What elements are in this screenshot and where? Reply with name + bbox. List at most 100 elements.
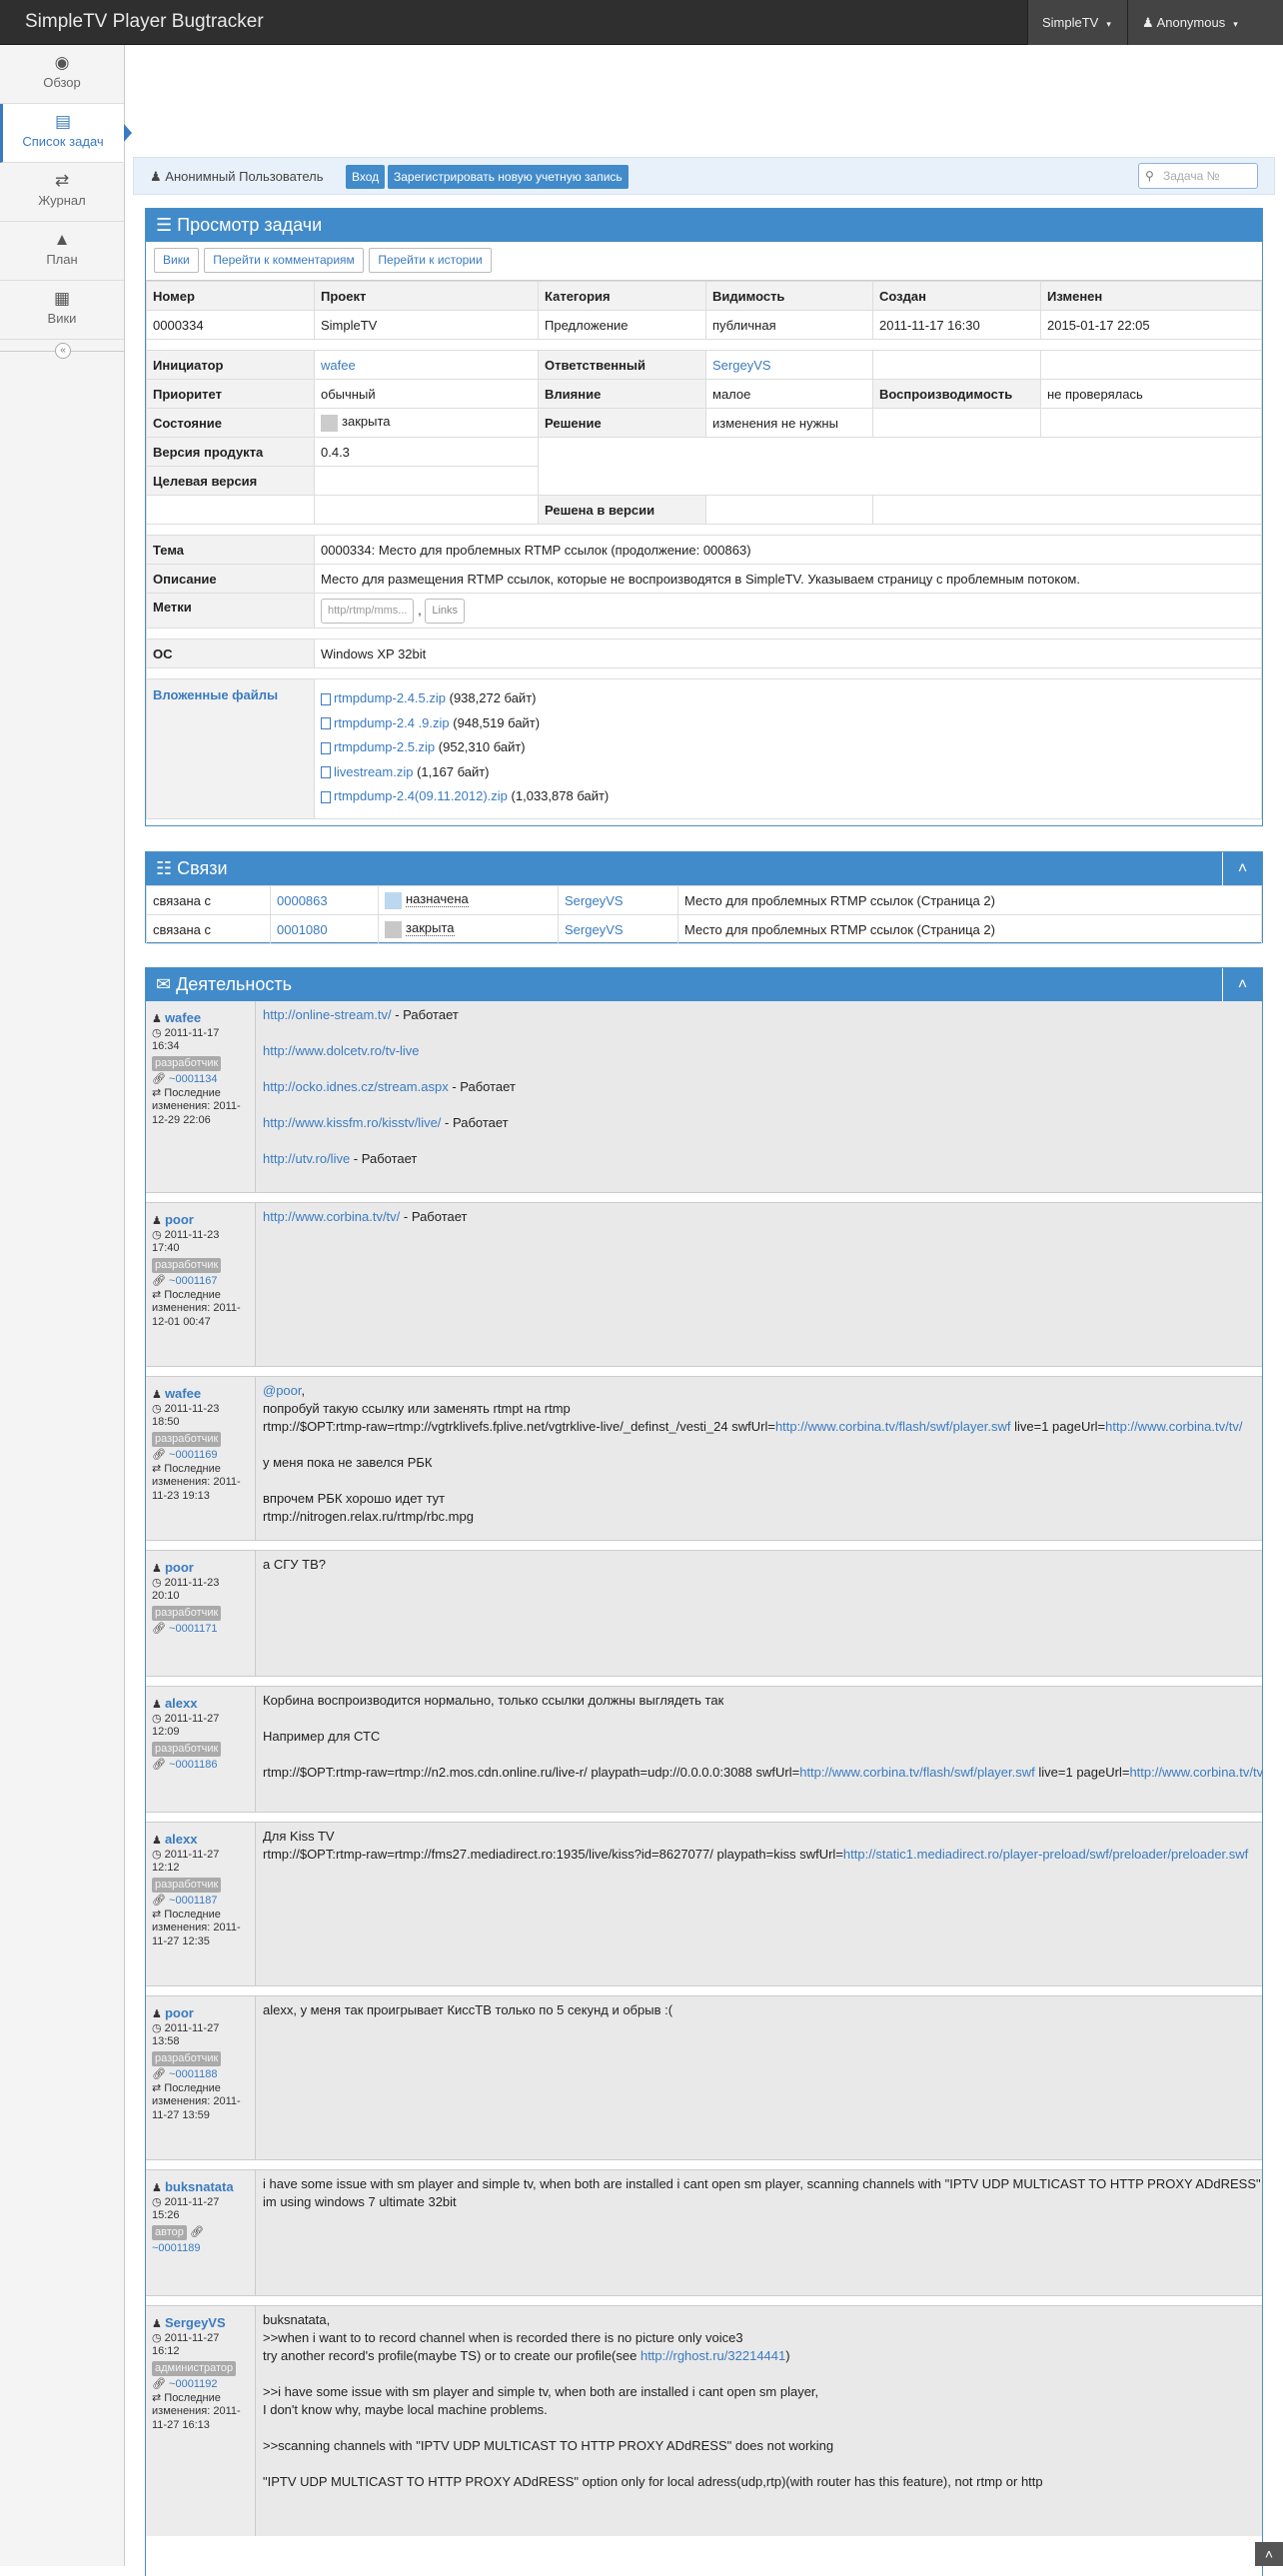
sidebar-item-roadmap[interactable]: ▲План xyxy=(0,222,124,281)
clock-icon: ◷ xyxy=(152,1027,162,1039)
mention-link[interactable]: @poor xyxy=(263,1383,302,1398)
note-meta: ♟ SergeyVS ◷ 2011-11-2716:12 администрат… xyxy=(146,2306,256,2536)
note-permalink[interactable]: ~0001167 xyxy=(169,1275,217,1287)
clock-icon: ◷ xyxy=(152,1577,162,1589)
note-permalink[interactable]: ~0001187 xyxy=(169,1895,217,1907)
note-spacer xyxy=(146,1677,1262,1687)
related-issue-link[interactable]: 0000863 xyxy=(277,893,328,908)
sidebar-item-changelog[interactable]: ⇄Журнал xyxy=(0,163,124,222)
status-color-swatch xyxy=(385,892,402,909)
note-meta: ♟ buksnatata ◷ 2011-11-2715:26 автор 🔗︎ … xyxy=(146,2170,256,2295)
relation-status: назначена xyxy=(406,891,469,907)
attachment-link[interactable]: rtmpdump-2.4.5.zip xyxy=(334,690,446,705)
list-icon: ▤ xyxy=(3,112,123,134)
note-link[interactable]: http://ocko.idnes.cz/stream.aspx xyxy=(263,1079,449,1094)
note-link[interactable]: http://static1.mediadirect.ro/player-pre… xyxy=(843,1847,1248,1862)
chevron-up-icon[interactable]: ˄ xyxy=(1222,968,1262,1001)
note-spacer xyxy=(146,2160,1262,2170)
jump-to-history-button[interactable]: Перейти к истории xyxy=(369,248,491,273)
note-link[interactable]: http://online-stream.tv/ xyxy=(263,1007,392,1022)
note-permalink[interactable]: ~0001189 xyxy=(152,2242,200,2254)
note-meta: ♟ poor ◷ 2011-11-2317:40 разработчик 🔗︎ … xyxy=(146,1203,256,1366)
note-author-link[interactable]: SergeyVS xyxy=(165,2315,226,2330)
note-link[interactable]: http://www.corbina.tv/flash/swf/player.s… xyxy=(775,1419,1011,1434)
note-link[interactable]: http://www.corbina.tv/tv/ xyxy=(1105,1419,1242,1434)
link-icon: 🔗︎ xyxy=(190,2226,204,2238)
note-meta: ♟ alexx ◷ 2011-11-2712:09 разработчик 🔗︎… xyxy=(146,1687,256,1812)
clock-icon: ◷ xyxy=(152,2332,162,2344)
wiki-button[interactable]: Вики xyxy=(154,248,199,273)
relation-handler-link[interactable]: SergeyVS xyxy=(565,922,624,937)
register-button[interactable]: Зарегистрировать новую учетную запись xyxy=(388,165,629,189)
note-permalink[interactable]: ~0001169 xyxy=(169,1449,217,1461)
note-permalink[interactable]: ~0001134 xyxy=(169,1073,217,1085)
resolution-label: Решение xyxy=(539,409,706,438)
note-author-link[interactable]: wafee xyxy=(165,1386,201,1401)
user-menu[interactable]: ♟ Anonymous▾ xyxy=(1127,0,1283,45)
relation-handler-link[interactable]: SergeyVS xyxy=(565,893,624,908)
attachment-link[interactable]: rtmpdump-2.5.zip xyxy=(334,739,435,754)
note-link[interactable]: http://www.dolcetv.ro/tv-live xyxy=(263,1043,420,1058)
scroll-to-top-button[interactable]: ˄ xyxy=(1255,2542,1283,2566)
sidebar-item-overview[interactable]: ◉Обзор xyxy=(0,45,124,104)
sidebar-item-issues[interactable]: ▤Список задач xyxy=(0,104,124,163)
note-link[interactable]: http://rghost.ru/32214441 xyxy=(641,2348,785,2363)
login-button[interactable]: Вход xyxy=(346,165,385,189)
jump-to-notes-button[interactable]: Перейти к комментариям xyxy=(204,248,364,273)
brand-title[interactable]: SimpleTV Player Bugtracker xyxy=(25,11,264,33)
empty-cell xyxy=(873,351,1041,380)
user-icon: ♟ xyxy=(152,2008,162,2020)
issue-id: 0000334 xyxy=(147,311,315,340)
relation-status: закрыта xyxy=(406,920,455,936)
project-menu[interactable]: SimpleTV▾ xyxy=(1027,0,1127,45)
sidebar-collapse[interactable]: « xyxy=(0,340,124,362)
note-link[interactable]: http://www.corbina.tv/tv/ xyxy=(1129,1765,1262,1780)
spacer xyxy=(146,668,1262,678)
note-author-link[interactable]: wafee xyxy=(165,1010,201,1025)
note-date: 2011-11-17 xyxy=(165,1027,220,1039)
tag-separator: , xyxy=(418,602,422,617)
target-version-value xyxy=(315,467,539,496)
retweet-icon: ⇄ xyxy=(152,2392,161,2404)
handler-link[interactable]: SergeyVS xyxy=(712,358,771,373)
note-author-link[interactable]: buksnatata xyxy=(165,2179,234,2194)
note-date: 2011-11-27 xyxy=(165,2332,220,2344)
note-permalink[interactable]: ~0001186 xyxy=(169,1759,217,1771)
note-date: 2011-11-27 xyxy=(165,2022,220,2034)
tag-input[interactable]: http/rtmp/mms... xyxy=(321,599,414,624)
sidebar-item-wiki[interactable]: ▦Вики xyxy=(0,281,124,340)
attachment-item: rtmpdump-2.4(09.11.2012).zip (1,033,878 … xyxy=(321,784,1255,809)
note-text-line: I don't know why, maybe local machine pr… xyxy=(263,2401,1262,2419)
note-permalink[interactable]: ~0001171 xyxy=(169,1623,217,1635)
activity-panel: ✉ Деятельность˄ ♟ wafee ◷ 2011-11-1716:3… xyxy=(145,967,1263,2576)
note-date: 2011-11-27 xyxy=(165,1849,220,1861)
note-permalink[interactable]: ~0001192 xyxy=(169,2378,217,2390)
attachment-link[interactable]: rtmpdump-2.4 .9.zip xyxy=(334,715,450,730)
chevron-up-icon[interactable]: ˄ xyxy=(1222,852,1262,885)
reporter-link[interactable]: wafee xyxy=(321,358,356,373)
note-spacer xyxy=(146,1193,1262,1203)
attachment-link[interactable]: livestream.zip xyxy=(334,764,413,779)
tag-links-button[interactable]: Links xyxy=(425,599,465,624)
note-author-link[interactable]: alexx xyxy=(165,1696,198,1711)
note-text: alexx, у меня так проигрывает КиссТВ тол… xyxy=(257,1996,1262,2159)
note-text-line: у меня пока не завелся РБК xyxy=(263,1454,1262,1472)
attachment-link[interactable]: rtmpdump-2.4(09.11.2012).zip xyxy=(334,788,508,803)
note-author-link[interactable]: poor xyxy=(165,1212,194,1227)
note-author-link[interactable]: poor xyxy=(165,1560,194,1575)
status-value: закрыта xyxy=(342,414,391,429)
note-author-link[interactable]: alexx xyxy=(165,1832,198,1847)
note-link[interactable]: http://www.kissfm.ro/kisstv/live/ xyxy=(263,1115,441,1130)
double-chevron-up-icon: ˄ xyxy=(1265,2546,1273,2562)
issue-search-input[interactable]: ⚲Задача № xyxy=(1138,163,1258,189)
note-link[interactable]: http://www.corbina.tv/flash/swf/player.s… xyxy=(799,1765,1035,1780)
user-icon: ♟ xyxy=(152,1699,162,1711)
note-link[interactable]: http://www.corbina.tv/tv/ xyxy=(263,1209,400,1224)
note-link[interactable]: http://utv.ro/live xyxy=(263,1151,350,1166)
note-permalink[interactable]: ~0001188 xyxy=(169,2068,217,2080)
dashboard-icon: ◉ xyxy=(0,53,124,75)
related-issue-link[interactable]: 0001080 xyxy=(277,922,328,937)
note-author-link[interactable]: poor xyxy=(165,2005,194,2020)
user-bar: ♟ Анонимный Пользователь Вход Зарегистри… xyxy=(133,157,1275,195)
user-icon: ♟ xyxy=(152,1013,162,1025)
